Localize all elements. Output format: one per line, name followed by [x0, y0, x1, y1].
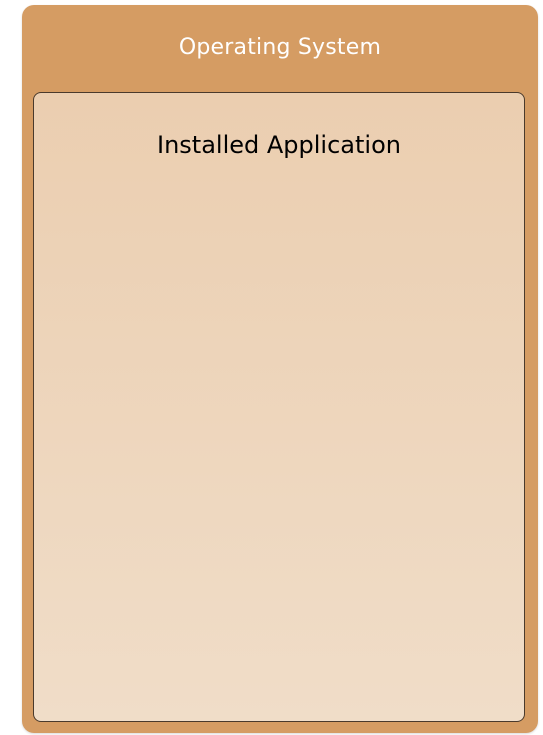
- operating-system-label: Operating System: [178, 35, 382, 60]
- installed-application-label: Installed Application: [157, 131, 401, 159]
- installed-application-layer: Installed Application: [33, 92, 525, 722]
- operating-system-layer: Operating System Installed Application: [22, 5, 538, 733]
